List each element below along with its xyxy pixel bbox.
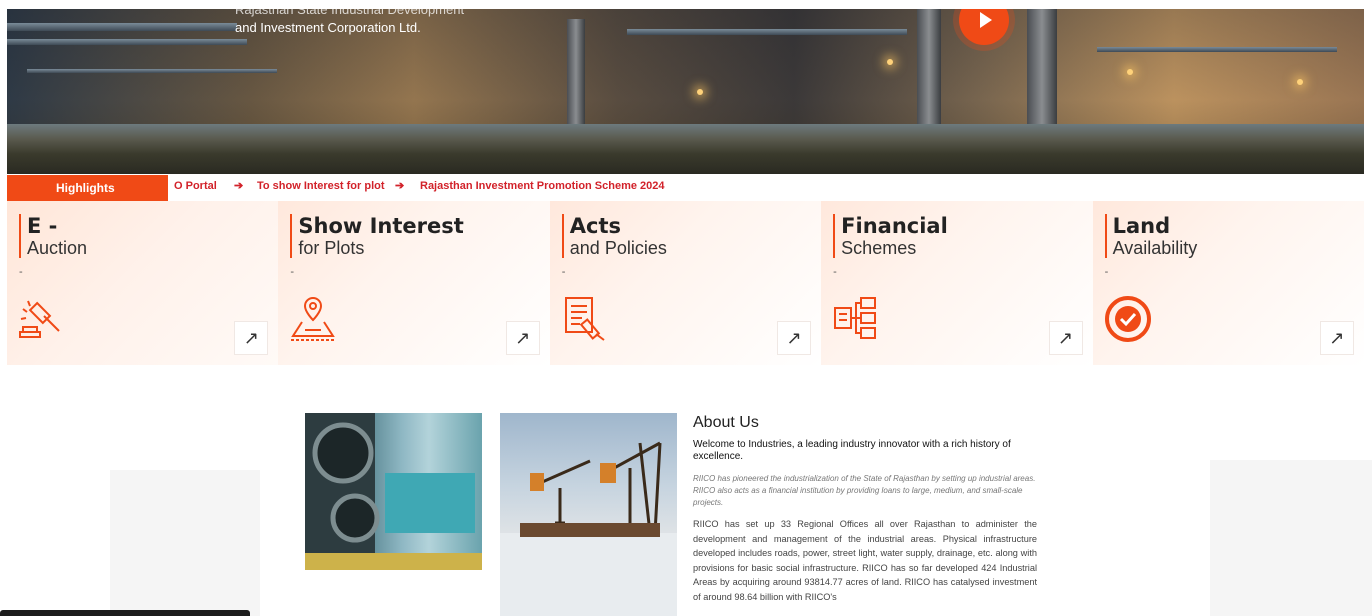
arrow-right-icon: ➔ bbox=[395, 180, 405, 192]
about-lead: Welcome to Industries, a leading industr… bbox=[693, 439, 1011, 462]
card-subtitle: for Plots bbox=[298, 238, 365, 258]
card-go-button[interactable]: ↗ bbox=[777, 321, 812, 355]
card-subtitle: and Policies bbox=[569, 238, 667, 258]
hero-light bbox=[1127, 69, 1133, 75]
hero-banner: Rajasthan State Industrial Development a… bbox=[7, 9, 1364, 174]
card-desc: - bbox=[833, 266, 837, 278]
hero-title: Rajasthan State Industrial Development a… bbox=[235, 9, 464, 37]
bottom-bar bbox=[0, 610, 250, 616]
arrow-right-icon: ➔ bbox=[234, 180, 244, 192]
background-watermark bbox=[1210, 460, 1372, 616]
card-accent-bar bbox=[290, 214, 293, 258]
card-title: E - bbox=[27, 214, 58, 238]
hero-pipe bbox=[7, 23, 237, 31]
arrow-up-right-icon: ↗ bbox=[1329, 327, 1345, 349]
arrow-up-right-icon: ↗ bbox=[243, 327, 259, 349]
card-subtitle: Auction bbox=[27, 238, 88, 258]
hero-light bbox=[887, 59, 893, 65]
hero-pipe bbox=[27, 69, 277, 73]
hero-tower bbox=[917, 9, 941, 139]
arrow-up-right-icon: ↗ bbox=[786, 327, 802, 349]
about-heading: About Us bbox=[693, 414, 759, 431]
check-circle-icon bbox=[1104, 296, 1151, 342]
highlight-link[interactable]: O Portal bbox=[174, 175, 217, 197]
highlights-ticker: O Portal ➔ To show Interest for plot ➔ R… bbox=[168, 175, 1364, 200]
auction-gavel-icon bbox=[19, 300, 60, 338]
card-e-auction[interactable]: E - Auction - ↗ bbox=[7, 201, 279, 365]
about-body: RIICO has set up 33 Regional Offices all… bbox=[693, 519, 1037, 602]
play-video-button[interactable] bbox=[959, 9, 1009, 45]
about-image-oil-pumps bbox=[500, 413, 677, 616]
card-go-button[interactable]: ↗ bbox=[505, 321, 540, 355]
card-title: Show Interest bbox=[298, 214, 464, 238]
card-desc: - bbox=[19, 266, 23, 278]
hero-light bbox=[697, 89, 703, 95]
hero-pipe bbox=[627, 29, 907, 35]
card-accent-bar bbox=[1104, 214, 1107, 258]
financial-network-icon bbox=[834, 297, 877, 339]
about-image-pipes bbox=[305, 413, 482, 570]
background-watermark bbox=[110, 470, 260, 616]
card-title: Acts bbox=[569, 214, 622, 238]
hero-pipe bbox=[7, 39, 247, 45]
hero-title-line2: and Investment Corporation Ltd. bbox=[235, 20, 421, 35]
card-accent-bar bbox=[833, 214, 836, 258]
hero-tower bbox=[567, 19, 585, 139]
hero-ground bbox=[7, 124, 1364, 174]
highlight-link[interactable]: Rajasthan Investment Promotion Scheme 20… bbox=[420, 175, 665, 197]
hero-tower bbox=[1027, 9, 1057, 134]
card-acts-policies[interactable]: Acts and Policies - ↗ bbox=[549, 201, 822, 365]
card-go-button[interactable]: ↗ bbox=[1048, 321, 1083, 355]
card-subtitle: Schemes bbox=[841, 238, 917, 258]
hero-title-line1: Rajasthan State Industrial Development bbox=[235, 9, 465, 17]
card-title: Land bbox=[1112, 214, 1171, 238]
highlights-bar: Highlights O Portal ➔ To show Interest f… bbox=[7, 175, 1364, 201]
location-plot-icon bbox=[291, 296, 336, 341]
card-desc: - bbox=[1104, 266, 1109, 278]
card-accent-bar bbox=[561, 214, 564, 258]
about-section: About Us Welcome to Industries, a leadin… bbox=[693, 413, 1037, 604]
arrow-up-right-icon: ↗ bbox=[515, 327, 531, 349]
card-show-interest[interactable]: Show Interest for Plots - ↗ bbox=[278, 201, 550, 365]
card-desc: - bbox=[561, 266, 566, 278]
hero-pipe bbox=[1097, 47, 1337, 52]
highlights-label: Highlights bbox=[7, 175, 168, 201]
about-intro: RIICO has pioneered the industrializatio… bbox=[693, 474, 1036, 507]
card-land-availability[interactable]: Land Availability - ↗ bbox=[1092, 201, 1364, 365]
arrow-up-right-icon: ↗ bbox=[1058, 327, 1074, 349]
highlight-link[interactable]: To show Interest for plot bbox=[257, 175, 385, 197]
card-financial-schemes[interactable]: Financial Schemes - ↗ bbox=[821, 201, 1093, 365]
document-policy-icon bbox=[564, 297, 605, 341]
card-subtitle: Availability bbox=[1112, 238, 1198, 258]
card-desc: - bbox=[290, 266, 295, 278]
card-title: Financial bbox=[841, 214, 948, 238]
card-go-button[interactable]: ↗ bbox=[1319, 321, 1354, 355]
card-accent-bar bbox=[19, 214, 21, 258]
card-go-button[interactable]: ↗ bbox=[234, 321, 269, 355]
hero-light bbox=[1297, 79, 1303, 85]
quick-links: E - Auction - ↗ Show Interest for Plots … bbox=[7, 201, 1364, 365]
